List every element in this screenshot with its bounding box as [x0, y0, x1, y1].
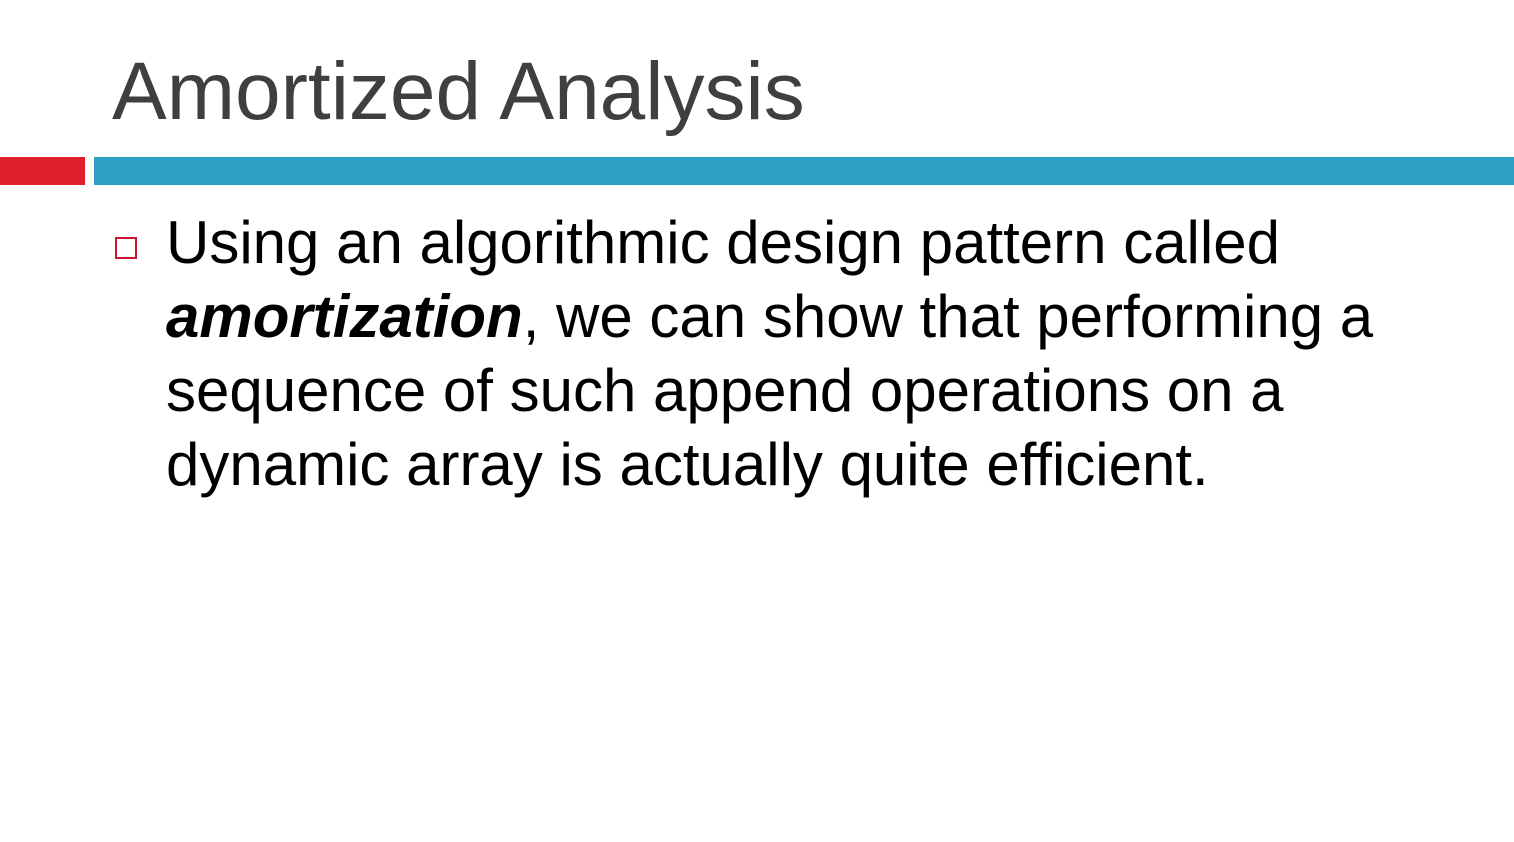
hollow-square-bullet-icon: [115, 237, 137, 259]
accent-bar-blue: [94, 157, 1514, 185]
accent-bar-red: [0, 157, 85, 185]
bullet-text-before: Using an algorithmic design pattern call…: [166, 209, 1280, 276]
bullet-emphasis-term: amortization: [166, 283, 523, 350]
slide-title: Amortized Analysis: [112, 46, 805, 137]
slide: Amortized Analysis Using an algorithmic …: [0, 0, 1514, 842]
bullet-text: Using an algorithmic design pattern call…: [166, 206, 1466, 502]
